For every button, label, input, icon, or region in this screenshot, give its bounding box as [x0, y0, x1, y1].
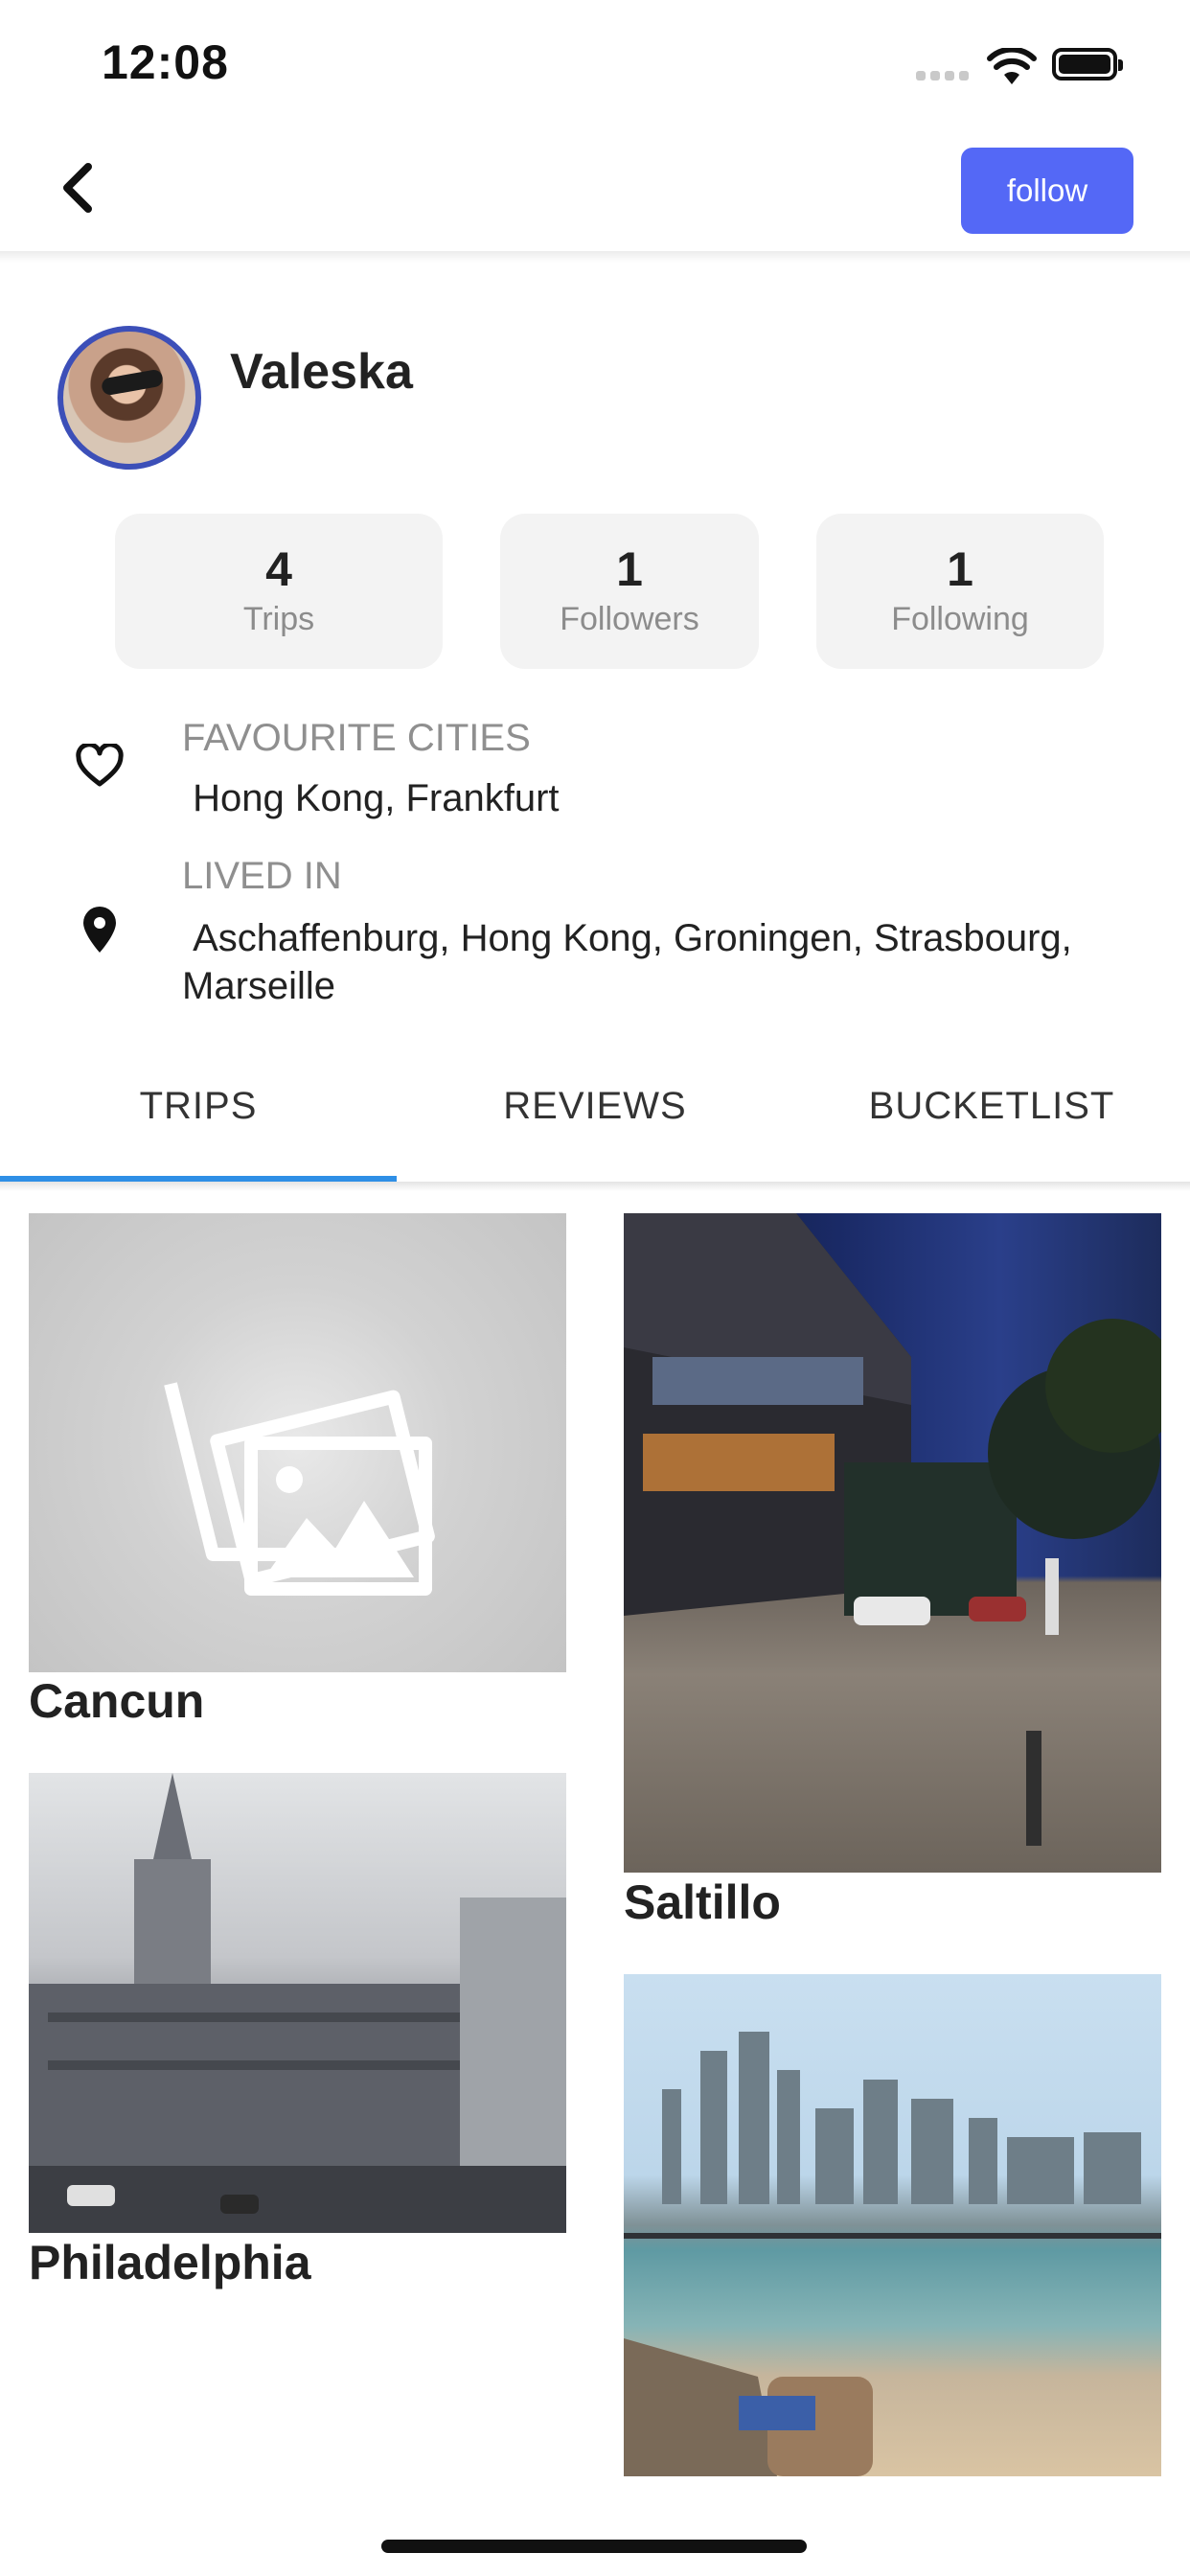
trip-card-4[interactable] [624, 1974, 1161, 2476]
stat-following[interactable]: 1 Following [816, 514, 1104, 669]
saltillo-photo [624, 1213, 1161, 1846]
tab-reviews[interactable]: REVIEWS [397, 1085, 793, 1128]
lived-in-label: LIVED IN [182, 855, 342, 897]
trip-title-cancun: Cancun [29, 1674, 205, 1728]
heart-icon [76, 744, 124, 787]
tab-trips[interactable]: TRIPS [0, 1085, 397, 1128]
image-placeholder-icon [164, 1382, 435, 1596]
stat-followers-value: 1 [616, 542, 643, 597]
trip-card-philadelphia[interactable] [29, 1773, 566, 2233]
beach-skyline-photo [624, 2032, 1161, 2476]
trip-title-saltillo: Saltillo [624, 1875, 781, 1929]
nav-divider [0, 251, 1190, 263]
tabs-divider [0, 1182, 1190, 1191]
stat-followers[interactable]: 1 Followers [500, 514, 759, 669]
tab-bucketlist[interactable]: BUCKETLIST [793, 1085, 1190, 1128]
stat-trips[interactable]: 4 Trips [115, 514, 443, 669]
stat-followers-label: Followers [560, 600, 699, 637]
favourite-cities-label: FAVOURITE CITIES [182, 717, 531, 759]
stat-trips-label: Trips [242, 600, 315, 637]
avatar [57, 326, 201, 470]
user-name: Valeska [230, 344, 413, 400]
trip-card-cancun[interactable] [29, 1213, 566, 1672]
stat-trips-value: 4 [265, 542, 292, 597]
stat-following-value: 1 [947, 542, 973, 597]
favourite-cities-value: Hong Kong, Frankfurt [182, 777, 560, 819]
lived-in-value: Aschaffenburg, Hong Kong, Groningen, Str… [182, 917, 1083, 1007]
back-arrow-icon[interactable] [54, 157, 102, 218]
trip-title-philadelphia: Philadelphia [29, 2236, 311, 2289]
philadelphia-photo [29, 1773, 566, 2233]
battery-icon [1052, 48, 1123, 80]
trip-card-saltillo[interactable] [624, 1213, 1161, 1873]
status-time: 12:08 [102, 35, 229, 89]
wifi-icon [987, 48, 1037, 84]
stat-following-label: Following [891, 600, 1029, 637]
follow-button[interactable]: follow [961, 148, 1133, 234]
cellular-signal-icon [916, 71, 970, 80]
home-indicator [381, 2540, 807, 2553]
location-pin-icon [83, 907, 116, 953]
